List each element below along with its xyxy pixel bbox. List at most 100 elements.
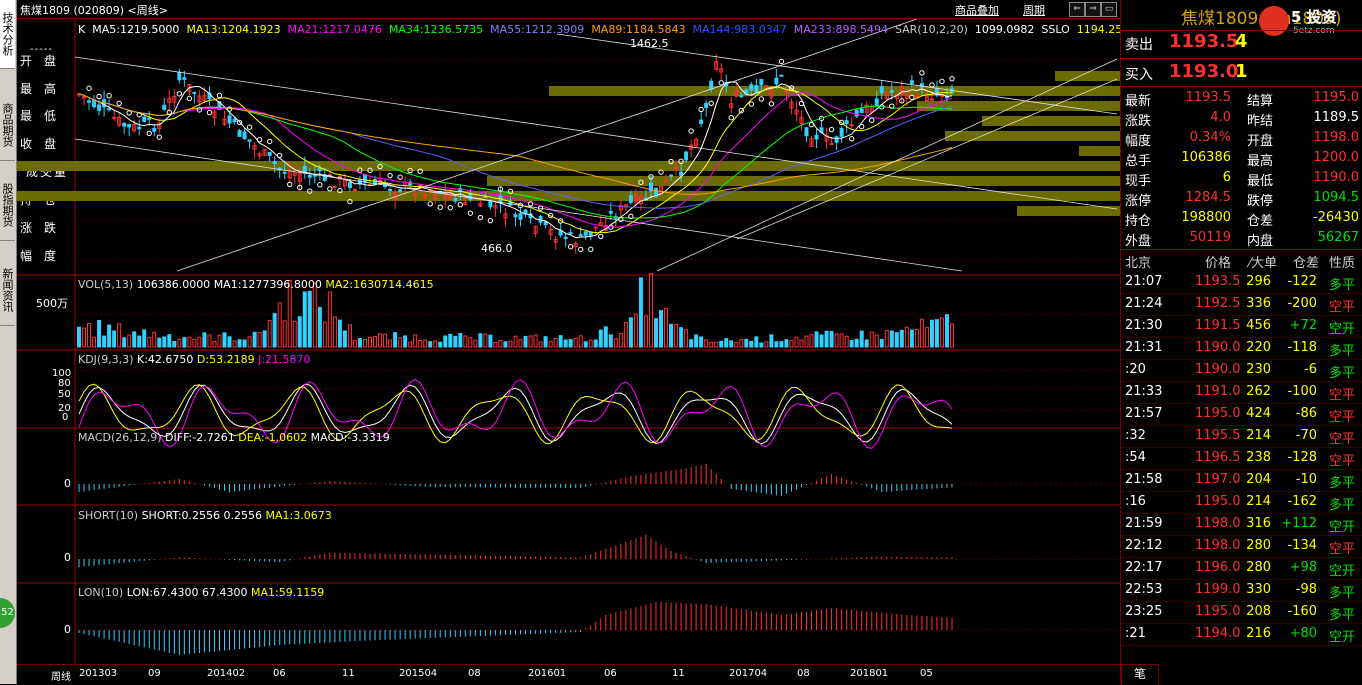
tick-size: 424 bbox=[1246, 406, 1271, 421]
volume-bar bbox=[247, 336, 252, 348]
volume-bar bbox=[483, 333, 488, 348]
candle-body bbox=[628, 195, 633, 203]
tick-size: 230 bbox=[1246, 362, 1271, 377]
sell-price[interactable]: 1193.5 bbox=[1169, 31, 1238, 52]
tab-ticks[interactable]: 笔 bbox=[1121, 664, 1159, 685]
tick-oi-change: +72 bbox=[1289, 318, 1317, 333]
volume-bar bbox=[950, 323, 954, 348]
tick-oi-change: -162 bbox=[1287, 494, 1317, 509]
tick-size: 296 bbox=[1246, 274, 1271, 289]
tab-commodity-futures[interactable]: 商品期货 bbox=[0, 90, 15, 161]
tick-row: 21:30 1191.5 456 +72 空开 bbox=[1121, 315, 1362, 338]
volume-bar bbox=[122, 337, 127, 348]
volume-bar bbox=[864, 339, 869, 348]
volume-bar bbox=[147, 336, 152, 348]
volume-bar bbox=[107, 324, 112, 348]
sar-label: SAR(10,2,20) bbox=[894, 23, 968, 36]
quote-panel: 焦煤1809 (jm1809) 5 投资 5etz.com 卖出 1193.5 … bbox=[1120, 0, 1362, 685]
candle-body bbox=[513, 214, 518, 218]
short-value2: 0.2556 bbox=[223, 509, 263, 522]
volume-bar bbox=[428, 341, 433, 348]
quote-value: 4.0 bbox=[1210, 110, 1231, 125]
tab-index-futures[interactable]: 股指期货 bbox=[0, 170, 15, 241]
tick-size: 330 bbox=[1246, 582, 1271, 597]
tick-type: 多平 bbox=[1329, 498, 1356, 513]
tick-oi-change: -128 bbox=[1287, 450, 1317, 465]
volume-bar bbox=[92, 336, 97, 348]
volume-profile bbox=[17, 71, 1120, 216]
volume-bar bbox=[613, 338, 618, 348]
volume-bar bbox=[182, 337, 187, 348]
tick-time: 21:33 bbox=[1125, 384, 1163, 399]
quote-label: 持仓 bbox=[1125, 214, 1152, 229]
quote-row: 持仓 198800 仓差 -26430 bbox=[1121, 208, 1362, 229]
volume-bar bbox=[518, 339, 523, 348]
tick-type: 空平 bbox=[1329, 432, 1356, 447]
sar-dot bbox=[588, 246, 594, 253]
quote-label: 最低 bbox=[1247, 174, 1274, 189]
candle-body bbox=[137, 126, 142, 130]
sar-dot bbox=[919, 70, 925, 76]
kdj-d: D:53.2189 bbox=[196, 353, 255, 366]
tick-size: 280 bbox=[1246, 538, 1271, 553]
candle-body bbox=[453, 198, 458, 202]
tick-row: :20 1190.0 230 -6 多平 bbox=[1121, 359, 1362, 382]
tick-size: 280 bbox=[1246, 560, 1271, 575]
tick-row: 23:25 1195.0 208 -160 多平 bbox=[1121, 601, 1362, 624]
tick-oi-change: -100 bbox=[1287, 384, 1317, 399]
nav-left-button[interactable]: ⇐ bbox=[1069, 2, 1085, 17]
tick-price: 1196.5 bbox=[1195, 450, 1241, 465]
volume-bar bbox=[533, 334, 538, 348]
short-zero: 0 bbox=[64, 551, 71, 564]
x-tick: 201704 bbox=[729, 668, 768, 679]
tab-news[interactable]: 新闻资讯 bbox=[0, 255, 15, 326]
volume-bar bbox=[272, 313, 277, 348]
quote-row: 总手 106386 最高 1200.0 bbox=[1121, 148, 1362, 169]
candle-body bbox=[764, 85, 769, 88]
status-badge[interactable]: 52 bbox=[0, 598, 15, 628]
volume-bar bbox=[744, 338, 749, 348]
kdj-k: K:42.6750 bbox=[137, 353, 194, 366]
quote-label: 开盘 bbox=[1247, 134, 1274, 149]
tick-row: :16 1195.0 214 -162 多平 bbox=[1121, 491, 1362, 514]
candle-body bbox=[939, 94, 944, 97]
candle-body bbox=[142, 116, 147, 122]
restore-button[interactable]: ▭ bbox=[1101, 2, 1117, 17]
lon-value: LON:67.4300 bbox=[126, 586, 199, 599]
macd-histogram bbox=[78, 464, 953, 496]
period-button[interactable]: 周期 bbox=[1023, 2, 1045, 18]
volume-bar bbox=[754, 336, 759, 348]
volume-bar bbox=[513, 335, 518, 348]
buy-price[interactable]: 1193.0 bbox=[1169, 61, 1238, 82]
tick-row: 21:33 1191.0 262 -100 空平 bbox=[1121, 381, 1362, 404]
candle-body bbox=[122, 122, 127, 127]
commodity-overlay-button[interactable]: 商品叠加 bbox=[955, 2, 999, 18]
quote-value: 0.34% bbox=[1189, 130, 1231, 145]
brand-url: 5etz.com bbox=[1293, 26, 1335, 36]
volume-bar bbox=[739, 339, 744, 348]
volume-bar bbox=[137, 335, 142, 348]
volume-bar bbox=[97, 319, 102, 348]
tab-technical-analysis[interactable]: 技术分析 bbox=[0, 0, 15, 69]
volume-bar bbox=[919, 318, 924, 348]
sar-dot bbox=[266, 138, 273, 145]
tick-time: 22:17 bbox=[1125, 560, 1163, 575]
tick-size: 214 bbox=[1246, 428, 1271, 443]
ticks-header-price: 价格 bbox=[1205, 256, 1232, 271]
ma13-label: MA13:1204.1923 bbox=[186, 23, 281, 36]
sar-dot bbox=[226, 106, 233, 112]
quote-label: 涨跌 bbox=[1125, 114, 1152, 129]
tick-oi-change: -118 bbox=[1287, 340, 1317, 355]
volume-bar bbox=[769, 334, 774, 348]
nav-right-button[interactable]: ⇒ bbox=[1085, 2, 1101, 17]
candle-body bbox=[362, 174, 367, 183]
volume-bar bbox=[824, 330, 829, 348]
tick-price: 1194.0 bbox=[1195, 626, 1241, 641]
volume-bar bbox=[669, 323, 674, 348]
volume-bar bbox=[849, 340, 854, 348]
quote-label: 最高 bbox=[1247, 154, 1274, 169]
volume-bar bbox=[618, 332, 623, 348]
chart-area[interactable]: 1462.5 466.0 bbox=[17, 19, 1120, 664]
vol-axis-label: 500万 bbox=[36, 297, 68, 310]
sar-dot bbox=[698, 106, 704, 113]
